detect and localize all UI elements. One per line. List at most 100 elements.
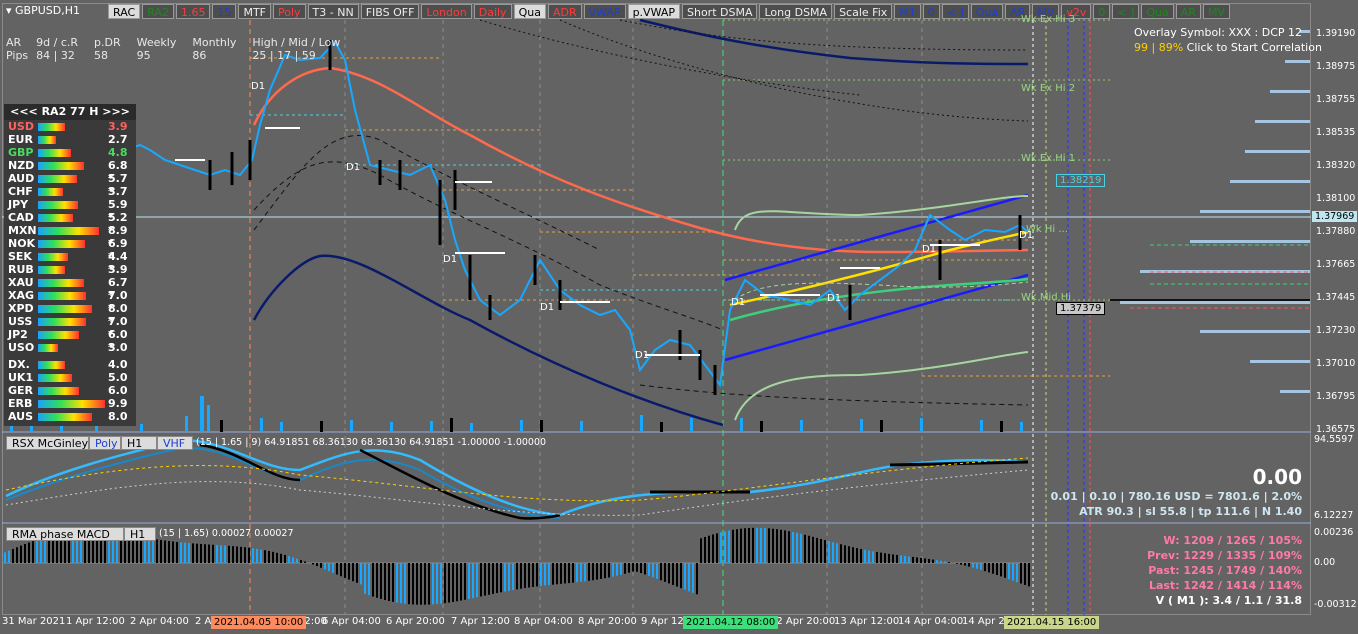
macd-bar xyxy=(32,541,34,563)
rsx-indicator-name[interactable]: RSX McGinley xyxy=(6,436,89,450)
time-tick-label: 12 Apr 20:00 xyxy=(770,616,836,627)
macd-bar xyxy=(252,548,254,563)
toolbar-button[interactable]: T3 - NN xyxy=(307,4,359,19)
macd-bar xyxy=(24,544,26,563)
toolbar-button[interactable]: Long DSMA xyxy=(759,4,833,19)
toolbar-button[interactable]: Poly xyxy=(273,4,306,19)
currency-row[interactable]: NOK 6.9 * xyxy=(4,237,136,263)
currency-row[interactable]: UK1 5.0 xyxy=(4,371,136,384)
macd-bar xyxy=(772,528,774,563)
currency-row[interactable]: JPY 5.9 * xyxy=(4,198,136,224)
toolbar-button[interactable]: London xyxy=(421,4,472,19)
currency-row[interactable]: XAG 7.0 * xyxy=(4,289,136,315)
toolbar-button[interactable]: < ] xyxy=(1112,4,1140,19)
correlation-line[interactable]: 99 | 89% Click to Start Correlation xyxy=(1134,41,1322,54)
toolbar-button[interactable]: VWAP xyxy=(583,4,626,19)
d1-label: D1 xyxy=(827,293,842,304)
rsx-tab-vhf[interactable]: VHF xyxy=(157,436,193,450)
macd-bar xyxy=(848,546,850,563)
macd-indicator-name[interactable]: RMA phase MACD xyxy=(6,527,124,541)
macd-bar xyxy=(728,530,730,563)
toolbar-button[interactable]: Scale Fix xyxy=(834,4,893,19)
macd-bar xyxy=(232,546,234,563)
toolbar-button[interactable]: MV xyxy=(1202,4,1230,19)
currency-row[interactable]: USD 3.9 xyxy=(4,120,136,133)
toolbar-button[interactable]: Daily xyxy=(473,4,512,19)
strength-bar xyxy=(38,305,93,313)
toolbar-button[interactable]: ADR xyxy=(547,4,582,19)
macd-bar xyxy=(852,547,854,563)
correlation-button[interactable]: Click to Start Correlation xyxy=(1187,41,1322,54)
currency-row[interactable]: GBP 4.8 xyxy=(4,146,136,159)
toolbar-button[interactable]: Short DSMA xyxy=(682,4,758,19)
currency-row[interactable]: ERB 9.9 xyxy=(4,397,136,410)
macd-bar xyxy=(276,552,278,563)
currency-row[interactable]: RUB 3.9 xyxy=(4,263,136,276)
currency-row[interactable]: GER 6.0 xyxy=(4,384,136,397)
toolbar-button[interactable]: p.VWAP xyxy=(627,4,680,19)
currency-row[interactable]: USS 7.0 * xyxy=(4,315,136,341)
macd-bar xyxy=(884,553,886,563)
price-tick-label: 1.37665 xyxy=(1316,259,1356,270)
rsx-tab-h1[interactable]: H1 xyxy=(121,436,157,450)
macd-bar xyxy=(40,538,42,563)
macd-bar xyxy=(576,563,578,583)
toolbar-button[interactable]: M1 xyxy=(894,4,921,19)
strength-bar xyxy=(38,162,85,170)
macd-bar xyxy=(492,563,494,594)
currency-row[interactable]: AUD 5.7 * xyxy=(4,172,136,198)
currency-panel-header[interactable]: <<< RA2 77 H >>> xyxy=(4,104,136,120)
macd-bar xyxy=(480,563,482,597)
range-stats-table: AR 9d / c.R p.DR Weekly Monthly High / M… xyxy=(6,36,348,62)
macd-bar xyxy=(860,548,862,563)
toolbar-button[interactable]: FIBS OFF xyxy=(360,4,420,19)
toolbar-button[interactable]: Qua xyxy=(513,4,546,19)
macd-bar xyxy=(804,534,806,563)
macd-bar xyxy=(752,527,754,563)
toolbar-button[interactable]: RAC xyxy=(108,4,141,19)
macd-bar xyxy=(540,563,542,586)
toolbar-button[interactable]: AR xyxy=(1175,4,1201,19)
currency-row[interactable]: XPD 8.0 * xyxy=(4,302,136,328)
price-tick-label: 1.37230 xyxy=(1316,325,1356,336)
toolbar-button[interactable]: 0 xyxy=(922,4,940,19)
d1-label: D1 xyxy=(251,81,266,92)
toolbar-button[interactable]: 0 xyxy=(1093,4,1111,19)
toolbar-button[interactable]: 15 xyxy=(212,4,237,19)
currency-row[interactable]: AUS 8.0 xyxy=(4,410,136,423)
macd-bar xyxy=(800,533,802,563)
toolbar-button[interactable]: MTF xyxy=(238,4,271,19)
currency-row[interactable]: XAU 6.7 * xyxy=(4,276,136,302)
toolbar-button[interactable]: 1.65 xyxy=(175,4,211,19)
price-tick-label: 1.38320 xyxy=(1316,160,1356,171)
currency-row[interactable]: SEK 4.4 * xyxy=(4,250,136,276)
macd-tab-h1[interactable]: H1 xyxy=(124,527,156,541)
currency-row[interactable]: CHF 3.7 xyxy=(4,185,136,198)
macd-bar xyxy=(436,563,438,605)
toolbar-button[interactable]: Qua xyxy=(1141,4,1174,19)
currency-row[interactable]: DX. 4.0 xyxy=(4,358,136,371)
envelope-line xyxy=(639,384,1029,406)
macd-bar xyxy=(676,563,678,587)
currency-row[interactable]: USO 3.0 xyxy=(4,341,136,354)
macd-bar xyxy=(380,563,382,599)
long-dsma-line xyxy=(639,18,1029,66)
time-tick-label: 1 Apr 12:00 xyxy=(66,616,125,627)
macd-bar xyxy=(788,531,790,563)
currency-row[interactable]: NZD 6.8 * xyxy=(4,159,136,185)
macd-bar xyxy=(208,544,210,563)
macd-bar xyxy=(164,540,166,563)
time-axis[interactable]: 31 Mar 20211 Apr 12:002 Apr 04:002 Apr5 … xyxy=(0,616,1310,632)
macd-bar xyxy=(216,544,218,563)
currency-row[interactable]: JP2 6.0 * xyxy=(4,328,136,354)
currency-row[interactable]: CAD 5.2 * xyxy=(4,211,136,237)
toolbar-button[interactable]: RA2 xyxy=(142,4,174,19)
toolbar-button[interactable]: < ] xyxy=(941,4,969,19)
macd-bar xyxy=(584,563,586,582)
macd-bar xyxy=(644,563,646,575)
currency-row[interactable]: MXN 8.9 * xyxy=(4,224,136,250)
rsx-tab-poly[interactable]: Poly xyxy=(89,436,121,450)
toolbar-button[interactable]: Qua xyxy=(970,4,1004,19)
currency-row[interactable]: EUR 2.7 xyxy=(4,133,136,146)
macd-bar xyxy=(888,553,890,563)
